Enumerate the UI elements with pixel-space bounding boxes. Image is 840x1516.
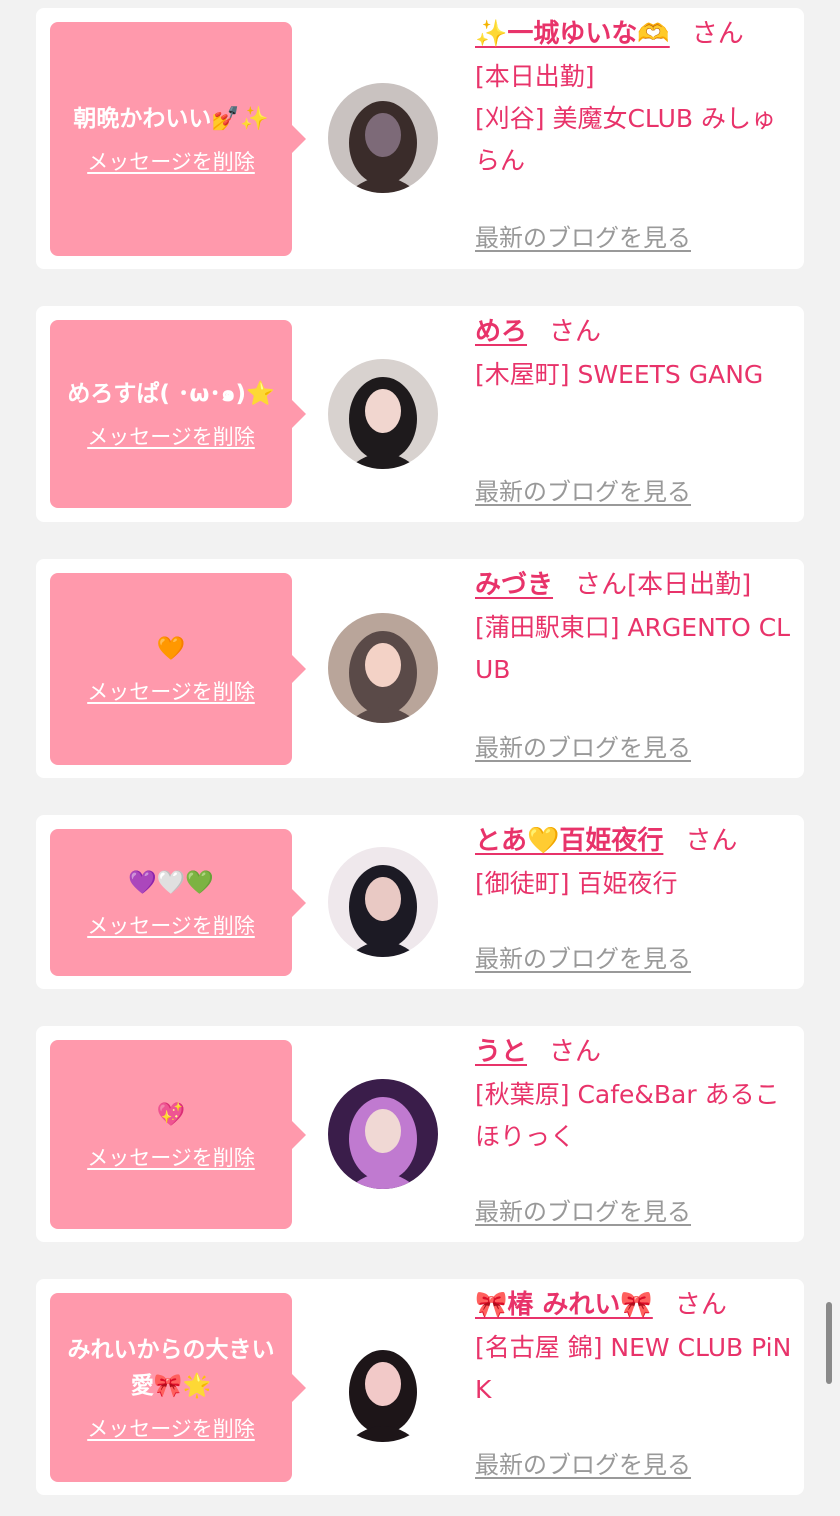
avatar[interactable] [328,613,438,723]
shop-info: [蒲田駅東口] ARGENTO CLUB [475,613,791,684]
message-bubble: めろすぱ( ･ω･๑)⭐ メッセージを削除 [50,320,306,508]
latest-blog-link[interactable]: 最新のブログを見る [475,939,691,974]
delete-message-link[interactable]: メッセージを削除 [87,147,255,177]
avatar-photo-icon [328,847,438,957]
latest-blog-link[interactable]: 最新のブログを見る [475,1445,691,1480]
cast-name-link[interactable]: 🎀椿 みれい🎀 [475,1290,653,1320]
message-text: 朝晩かわいい💅✨ [73,106,269,132]
shop-info: [名古屋 錦] NEW CLUB PiNK [475,1333,792,1404]
latest-blog-link[interactable]: 最新のブログを見る [475,1192,691,1227]
name-suffix: さん [549,317,602,347]
shop-info: [本日出勤] [刈谷] 美魔女CLUB みしゅらん [475,62,776,175]
name-suffix: さん [685,826,738,856]
name-line: めろ さん [475,310,795,354]
cast-name-link[interactable]: ✨一城ゆいな🫶 [475,19,670,49]
name-suffix: さん [674,1290,727,1320]
cast-info: みづき さん[本日出勤] [蒲田駅東口] ARGENTO CLUB [475,563,795,691]
latest-blog-link[interactable]: 最新のブログを見る [475,728,691,763]
avatar-photo-icon [328,1079,438,1189]
favorite-card: 💜🤍💚 メッセージを削除 とあ💛百姫夜行 さん [御徒町] 百姫夜行 最新のブログ… [36,815,804,989]
name-suffix: さん [549,1037,602,1067]
avatar[interactable] [328,83,438,193]
message-text: 💖 [156,1101,186,1128]
cast-info: ✨一城ゆいな🫶 さん [本日出勤] [刈谷] 美魔女CLUB みしゅらん [475,12,795,182]
avatar[interactable] [328,847,438,957]
cast-info: うと さん [秋葉原] Cafe&Bar あるこほりっく [475,1030,795,1158]
favorite-card: 🧡 メッセージを削除 みづき さん[本日出勤] [蒲田駅東口] ARGENTO C… [36,559,804,778]
latest-blog-link[interactable]: 最新のブログを見る [475,472,691,507]
scrollbar[interactable] [826,1302,832,1384]
avatar[interactable] [328,1079,438,1189]
message-text: 💜🤍💚 [128,869,214,896]
delete-message-link[interactable]: メッセージを削除 [87,911,255,941]
name-line: とあ💛百姫夜行 さん [475,819,795,863]
message-text: 🧡 [156,636,186,662]
shop-info: [秋葉原] Cafe&Bar あるこほりっく [475,1080,780,1151]
avatar-photo-icon [328,359,438,469]
delete-message-link[interactable]: メッセージを削除 [87,677,255,707]
favorite-card: めろすぱ( ･ω･๑)⭐ メッセージを削除 めろ さん [木屋町] SWEETS … [36,306,804,522]
name-line: 🎀椿 みれい🎀 さん [475,1283,795,1327]
avatar[interactable] [328,359,438,469]
avatar[interactable] [328,1332,438,1442]
message-bubble: 朝晩かわいい💅✨ メッセージを削除 [50,22,306,256]
delete-message-link[interactable]: メッセージを削除 [87,1414,255,1444]
favorite-card: 💖 メッセージを削除 うと さん [秋葉原] Cafe&Bar あるこほりっく 最… [36,1026,804,1242]
message-bubble: 💖 メッセージを削除 [50,1040,306,1229]
message-text: めろすぱ( ･ω･๑)⭐ [67,381,275,407]
favorite-card: 朝晩かわいい💅✨ メッセージを削除 ✨一城ゆいな🫶 さん [本日出勤] [刈谷] … [36,8,804,269]
name-suffix: さん[本日出勤] [575,570,752,600]
avatar-photo-icon [328,613,438,723]
message-bubble: みれいからの大きい愛🎀🌟 メッセージを削除 [50,1293,306,1482]
name-line: うと さん [475,1030,795,1074]
cast-name-link[interactable]: うと [475,1037,527,1067]
avatar-photo-icon [328,1332,438,1442]
name-suffix: さん [691,19,744,49]
delete-message-link[interactable]: メッセージを削除 [87,1143,255,1173]
delete-message-link[interactable]: メッセージを削除 [87,422,255,452]
message-text: みれいからの大きい愛🎀🌟 [67,1336,275,1399]
cast-name-link[interactable]: みづき [475,570,553,600]
message-bubble: 💜🤍💚 メッセージを削除 [50,829,306,976]
cast-info: 🎀椿 みれい🎀 さん [名古屋 錦] NEW CLUB PiNK [475,1283,795,1411]
favorite-card: みれいからの大きい愛🎀🌟 メッセージを削除 🎀椿 みれい🎀 さん [名古屋 錦] … [36,1279,804,1495]
cast-info: めろ さん [木屋町] SWEETS GANG [475,310,795,396]
message-bubble: 🧡 メッセージを削除 [50,573,306,765]
cast-name-link[interactable]: めろ [475,317,527,347]
cast-info: とあ💛百姫夜行 さん [御徒町] 百姫夜行 [475,819,795,905]
name-line: みづき さん[本日出勤] [475,563,795,607]
shop-info: [御徒町] 百姫夜行 [475,869,678,898]
latest-blog-link[interactable]: 最新のブログを見る [475,218,691,253]
shop-info: [木屋町] SWEETS GANG [475,360,764,389]
name-line: ✨一城ゆいな🫶 さん [475,12,795,56]
cast-name-link[interactable]: とあ💛百姫夜行 [475,826,663,856]
avatar-photo-icon [328,83,438,193]
